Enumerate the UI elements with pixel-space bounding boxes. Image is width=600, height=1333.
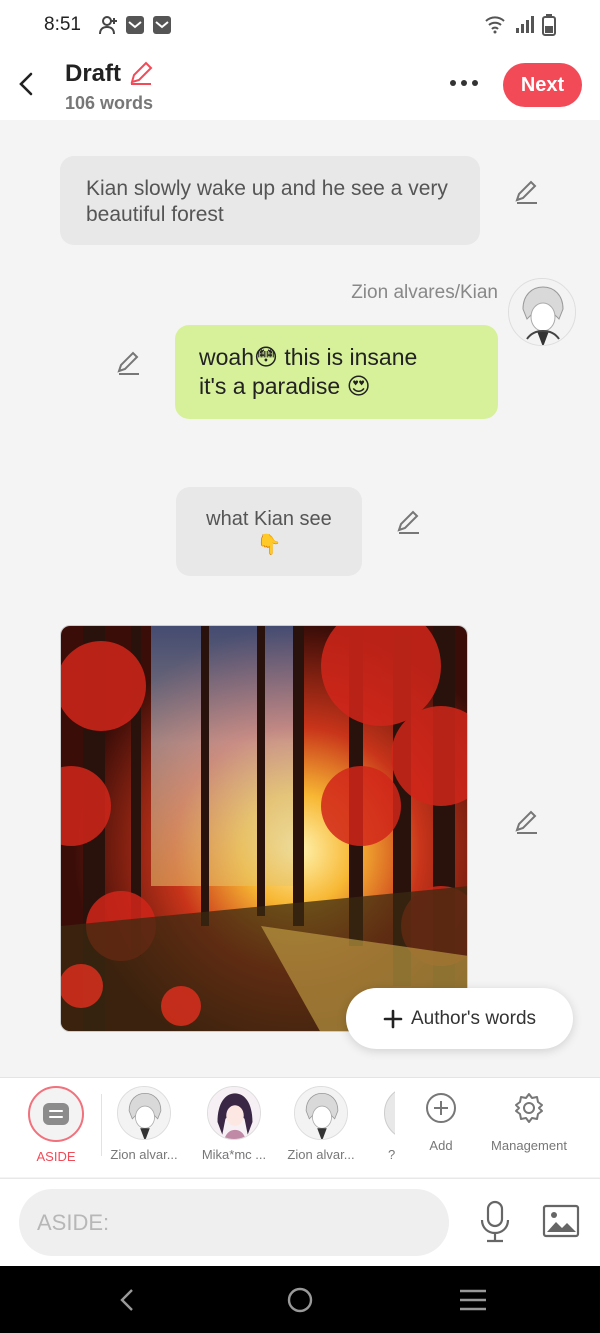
nav-recents-icon[interactable] [458, 1288, 488, 1317]
add-character-button[interactable]: Add [396, 1086, 486, 1153]
edit-pencil-icon[interactable] [513, 178, 541, 206]
character-item-aside[interactable]: ASIDE [11, 1086, 101, 1164]
edit-pencil-icon[interactable] [395, 508, 423, 536]
image-icon[interactable] [542, 1204, 580, 1243]
next-button[interactable]: Next [503, 63, 582, 107]
character-avatar [117, 1086, 171, 1140]
speech-line-2: it's a paradise 😍 [199, 373, 371, 399]
character-item[interactable]: Zion alvar... [276, 1086, 366, 1162]
forest-image[interactable] [60, 625, 468, 1032]
sender-name: Zion alvares/Kian [351, 282, 498, 303]
add-circle-icon [426, 1093, 456, 1123]
add-label: Add [429, 1138, 453, 1153]
status-time: 8:51 [44, 14, 81, 35]
mail-icon [125, 14, 145, 41]
character-avatar [294, 1086, 348, 1140]
signal-icon [514, 14, 536, 39]
avatar-image [509, 279, 575, 345]
nav-back-icon[interactable] [117, 1287, 137, 1318]
narration-2-line-1: what Kian see [206, 508, 332, 530]
page-title: Draft [65, 60, 122, 87]
edit-pencil-icon[interactable] [115, 349, 143, 377]
speech-line-1: woah😳 this is insane [199, 344, 418, 370]
narration-bubble[interactable]: Kian slowly wake up and he see a very be… [60, 156, 480, 245]
aside-input[interactable] [19, 1189, 449, 1256]
character-label: ASIDE [36, 1149, 76, 1164]
character-avatar[interactable] [508, 278, 576, 346]
forest-photo [61, 626, 467, 1031]
nav-home-icon[interactable] [286, 1286, 314, 1319]
narration-bubble-2[interactable]: what Kian see 👇 [176, 487, 362, 576]
speech-bubble[interactable]: woah😳 this is insane it's a paradise 😍 [175, 325, 498, 419]
battery-icon [542, 14, 556, 41]
edit-pencil-icon[interactable] [513, 808, 541, 836]
character-label: Zion alvar... [287, 1147, 355, 1162]
mail-icon-2 [152, 14, 172, 41]
authors-words-button[interactable]: Author's words [346, 988, 573, 1049]
character-label: Mika*mc ... [201, 1147, 267, 1162]
character-avatar [207, 1086, 261, 1140]
gear-icon [515, 1093, 543, 1123]
more-dot-icon [472, 80, 478, 86]
character-item-partial[interactable]: ? [380, 1086, 395, 1176]
wifi-icon [484, 14, 506, 39]
plus-icon [383, 1009, 403, 1028]
character-item[interactable]: Zion alvar... [99, 1086, 189, 1162]
character-avatar [384, 1086, 395, 1140]
character-label: Zion alvar... [110, 1147, 178, 1162]
word-count: 106 words [65, 93, 154, 113]
management-button[interactable]: Management [484, 1086, 574, 1153]
aside-chat-icon [43, 1103, 69, 1125]
character-item[interactable]: Mika*mc ... [189, 1086, 279, 1162]
more-dot-icon [450, 80, 456, 86]
edit-title-icon[interactable] [128, 60, 154, 91]
character-label: ? [388, 1147, 395, 1162]
status-bar [0, 0, 600, 52]
microphone-icon[interactable] [478, 1200, 512, 1249]
management-label: Management [491, 1138, 567, 1153]
more-dot-icon [461, 80, 467, 86]
back-arrow-icon [19, 72, 33, 96]
more-options-button[interactable] [446, 70, 482, 96]
add-contact-icon [99, 14, 119, 41]
aside-avatar [28, 1086, 84, 1142]
back-button[interactable] [10, 68, 42, 100]
authors-words-label: Author's words [410, 1007, 537, 1029]
narration-2-line-2: 👇 [256, 534, 282, 556]
